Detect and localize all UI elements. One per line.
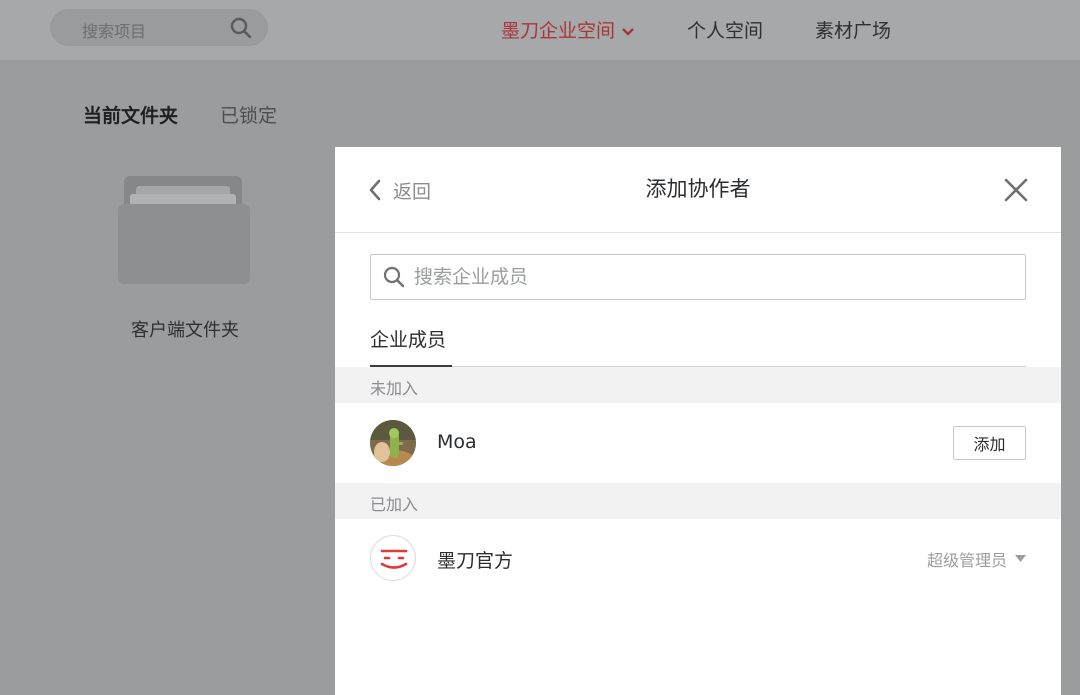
member-search-box[interactable]	[370, 254, 1026, 300]
project-search-box[interactable]: 搜索项目	[50, 9, 268, 46]
member-search-input[interactable]	[414, 266, 1014, 288]
nav-enterprise-space-label: 墨刀企业空间	[501, 20, 616, 42]
member-name: 墨刀官方	[437, 550, 514, 572]
caret-down-icon	[1015, 555, 1026, 562]
section-label: 未加入	[370, 379, 419, 398]
search-icon[interactable]	[230, 17, 252, 39]
add-button[interactable]: 添加	[953, 426, 1026, 460]
role-dropdown[interactable]: 超级管理员	[927, 547, 1026, 571]
top-navigation-bar: 搜索项目 墨刀企业空间 个人空间 素材广场	[0, 0, 1080, 60]
tab-enterprise-members[interactable]: 企业成员	[370, 325, 452, 368]
tab-enterprise-members-label: 企业成员	[370, 329, 447, 351]
section-header-not-joined: 未加入	[335, 367, 1061, 403]
section-header-joined: 已加入	[335, 483, 1061, 519]
member-row: 墨刀官方 超级管理员	[335, 518, 1061, 598]
modao-logo-icon	[380, 549, 408, 569]
role-label: 超级管理员	[926, 551, 1007, 570]
folder-icon[interactable]	[118, 176, 250, 286]
chevron-down-icon	[622, 27, 634, 36]
member-row: Moa 添加	[335, 403, 1061, 483]
avatar	[370, 535, 416, 581]
close-icon[interactable]	[1001, 175, 1031, 205]
tab-locked[interactable]: 已锁定	[220, 101, 277, 128]
folder-name[interactable]: 客户端文件夹	[100, 316, 270, 342]
member-tabs: 企业成员	[370, 319, 1026, 368]
avatar	[370, 420, 416, 466]
add-collaborator-dialog: 返回 添加协作者 企业成员 未加入	[335, 147, 1061, 695]
dialog-title: 添加协作者	[645, 177, 751, 201]
nav-enterprise-space[interactable]: 墨刀企业空间	[501, 16, 635, 43]
project-search-placeholder: 搜索项目	[82, 22, 147, 41]
nav-asset-square[interactable]: 素材广场	[815, 16, 891, 43]
member-name: Moa	[437, 431, 477, 453]
dialog-header: 返回 添加协作者	[335, 147, 1061, 233]
nav-personal-space[interactable]: 个人空间	[687, 16, 763, 43]
tab-current-folder[interactable]: 当前文件夹	[83, 101, 178, 128]
search-icon	[383, 266, 405, 288]
section-label: 已加入	[370, 495, 419, 514]
